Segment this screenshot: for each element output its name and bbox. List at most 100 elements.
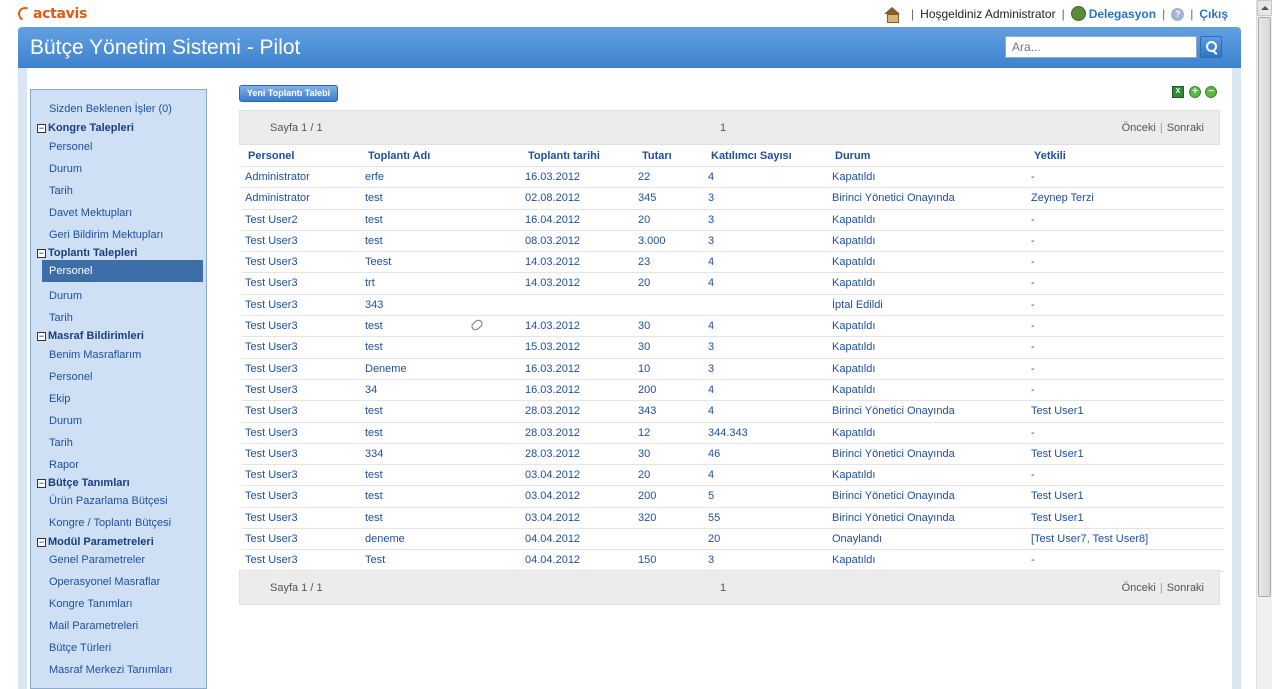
table-row[interactable]: Test User3 Deneme 16.03.2012 10 3 Kapatıldı - [241, 359, 1224, 380]
table-row[interactable]: Test User3 deneme 04.04.2012 20 Onaylandı [Te… [241, 529, 1224, 551]
cell-meeting-date[interactable]: 16.03.2012 [525, 171, 580, 183]
cell-status[interactable]: Kapatıldı [832, 277, 875, 289]
cell-personel[interactable]: Test User3 [245, 363, 298, 375]
cell-participants[interactable]: 20 [708, 533, 720, 545]
cell-amount[interactable]: 200 [638, 384, 656, 396]
home-icon[interactable] [884, 6, 901, 23]
logout-link[interactable]: Çıkış [1199, 7, 1228, 21]
cell-participants[interactable]: 344.343 [708, 427, 748, 439]
cell-meeting-date[interactable]: 14.03.2012 [525, 320, 580, 332]
cell-meeting-name[interactable]: 334 [365, 448, 383, 460]
cell-status[interactable]: Kapatıldı [832, 171, 875, 183]
cell-authorized[interactable]: - [1031, 469, 1035, 481]
collapse-all-icon[interactable]: − [1205, 86, 1217, 98]
cell-amount[interactable]: 10 [638, 363, 650, 375]
cell-amount[interactable]: 320 [638, 512, 656, 524]
cell-meeting-name[interactable]: Test [365, 554, 385, 566]
sidebar-item[interactable]: Ürün Pazarlama Bütçesi [49, 495, 168, 507]
sidebar-item[interactable]: Masraf Merkezi Tanımları [49, 664, 172, 676]
cell-authorized[interactable]: Test User1 [1031, 490, 1084, 502]
cell-meeting-name[interactable]: Teest [365, 256, 391, 268]
sidebar-item[interactable]: Tarih [49, 185, 73, 197]
cell-status[interactable]: Kapatıldı [832, 256, 875, 268]
cell-amount[interactable]: 30 [638, 320, 650, 332]
sidebar-group-masraf[interactable]: − Masraf Bildirimleri [37, 330, 144, 342]
cell-meeting-name[interactable]: erfe [365, 171, 384, 183]
cell-personel[interactable]: Test User3 [245, 235, 298, 247]
sidebar-item[interactable]: Mail Parametreleri [49, 620, 138, 632]
cell-authorized[interactable]: - [1031, 214, 1035, 226]
cell-status[interactable]: Kapatıldı [832, 554, 875, 566]
cell-status[interactable]: Kapatıldı [832, 384, 875, 396]
cell-meeting-date[interactable]: 02.08.2012 [525, 192, 580, 204]
cell-meeting-date[interactable]: 03.04.2012 [525, 469, 580, 481]
cell-authorized[interactable]: - [1031, 171, 1035, 183]
cell-amount[interactable]: 150 [638, 554, 656, 566]
cell-meeting-date[interactable]: 16.04.2012 [525, 214, 580, 226]
cell-participants[interactable]: 4 [708, 469, 714, 481]
cell-personel[interactable]: Test User3 [245, 277, 298, 289]
cell-meeting-date[interactable]: 08.03.2012 [525, 235, 580, 247]
table-row[interactable]: Test User3 test 03.04.2012 20 4 Kapatıldı - [241, 465, 1224, 487]
cell-meeting-date[interactable]: 04.04.2012 [525, 554, 580, 566]
expand-all-icon[interactable]: + [1189, 86, 1201, 98]
delegation-link[interactable]: Delegasyon [1089, 7, 1156, 21]
actavis-logo[interactable]: actavis [16, 4, 87, 24]
sidebar-item[interactable]: Benim Masraflarım [49, 349, 141, 361]
cell-participants[interactable]: 4 [708, 256, 714, 268]
cell-personel[interactable]: Test User3 [245, 427, 298, 439]
cell-personel[interactable]: Test User3 [245, 512, 298, 524]
cell-meeting-name[interactable]: 343 [365, 299, 383, 311]
sidebar-item[interactable]: Davet Mektupları [49, 207, 132, 219]
col-header-meeting-date[interactable]: Toplantı tarihi [528, 150, 600, 162]
cell-authorized[interactable]: - [1031, 554, 1035, 566]
cell-meeting-name[interactable]: test [365, 341, 383, 353]
cell-participants[interactable]: 55 [708, 512, 720, 524]
table-row[interactable]: Test User3 test 15.03.2012 30 3 Kapatıldı - [241, 337, 1224, 359]
cell-status[interactable]: Onaylandı [832, 533, 882, 545]
search-input[interactable] [1005, 36, 1197, 58]
excel-export-icon[interactable]: X [1172, 86, 1184, 98]
cell-participants[interactable]: 5 [708, 490, 714, 502]
cell-authorized[interactable]: Zeynep Terzi [1031, 192, 1094, 204]
table-row[interactable]: Test User3 Test 04.04.2012 150 3 Kapatıldı - [241, 550, 1224, 572]
sidebar-item[interactable]: Kongre Tanımları [49, 598, 133, 610]
cell-meeting-date[interactable]: 28.03.2012 [525, 405, 580, 417]
cell-amount[interactable]: 200 [638, 490, 656, 502]
table-row[interactable]: Administrator test 02.08.2012 345 3 Birinci Y… [241, 188, 1224, 210]
col-header-status[interactable]: Durum [835, 150, 870, 162]
cell-meeting-date[interactable]: 03.04.2012 [525, 512, 580, 524]
next-page-link[interactable]: Sonraki [1167, 582, 1204, 594]
cell-participants[interactable]: 46 [708, 448, 720, 460]
cell-amount[interactable]: 22 [638, 171, 650, 183]
cell-meeting-name[interactable]: trt [365, 277, 375, 289]
cell-status[interactable]: Birinci Yönetici Onayında [832, 490, 955, 502]
delegation-icon[interactable] [1070, 6, 1086, 21]
cell-amount[interactable]: 30 [638, 448, 650, 460]
cell-amount[interactable]: 12 [638, 427, 650, 439]
cell-amount[interactable]: 3.000 [638, 235, 666, 247]
attachment-icon[interactable] [469, 318, 485, 332]
cell-status[interactable]: Birinci Yönetici Onayında [832, 512, 955, 524]
col-header-meeting-name[interactable]: Toplantı Adı [368, 150, 430, 162]
table-row[interactable]: Test User3 test 08.03.2012 3.000 3 Kapatıldı - [241, 231, 1224, 253]
cell-status[interactable]: Kapatıldı [832, 320, 875, 332]
cell-status[interactable]: İptal Edildi [832, 299, 883, 311]
cell-authorized[interactable]: Test User1 [1031, 512, 1084, 524]
cell-meeting-date[interactable]: 04.04.2012 [525, 533, 580, 545]
cell-personel[interactable]: Test User3 [245, 469, 298, 481]
cell-amount[interactable]: 345 [638, 192, 656, 204]
cell-meeting-date[interactable]: 03.04.2012 [525, 490, 580, 502]
table-row[interactable]: Administrator erfe 16.03.2012 22 4 Kapatıldı - [241, 167, 1224, 189]
col-header-participants[interactable]: Katılımcı Sayısı [711, 150, 792, 162]
cell-status[interactable]: Kapatıldı [832, 341, 875, 353]
cell-personel[interactable]: Test User3 [245, 448, 298, 460]
sidebar-item-active[interactable]: Personel [42, 260, 203, 282]
sidebar-item[interactable]: Kongre / Toplantı Bütçesi [49, 517, 171, 529]
page-number[interactable]: 1 [720, 122, 726, 134]
cell-meeting-name[interactable]: test [365, 214, 383, 226]
cell-participants[interactable]: 4 [708, 384, 714, 396]
cell-amount[interactable]: 343 [638, 405, 656, 417]
cell-personel[interactable]: Test User3 [245, 320, 298, 332]
table-row[interactable]: Test User3 test 03.04.2012 320 55 Birinci Yön… [241, 508, 1224, 530]
